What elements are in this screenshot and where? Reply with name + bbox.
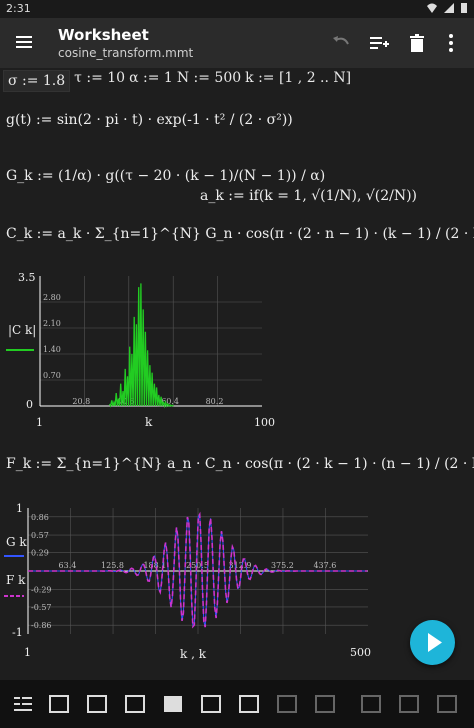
expr-g[interactable]: g(t) := sin(2 · pi · t) · exp(-1 · t² / …	[6, 112, 293, 128]
def-n[interactable]: N := 500	[177, 70, 241, 92]
function-icon[interactable]	[276, 693, 298, 715]
text-icon[interactable]	[200, 693, 222, 715]
y-tick-label: -0.86	[31, 621, 52, 630]
undo-icon[interactable]	[330, 32, 352, 54]
matrix-icon[interactable]	[314, 693, 336, 715]
bottom-toolbar	[0, 680, 474, 728]
expr-a[interactable]: a_k := if(k = 1, √(1/N), √(2/N))	[200, 188, 417, 204]
y-tick-label: 0.86	[31, 513, 49, 522]
x-min-label: 1	[24, 646, 31, 659]
x-axis-label: k , k	[180, 647, 207, 660]
x-tick-label: 375.2	[271, 561, 294, 570]
x-tick-label: 20.8	[72, 397, 90, 406]
y-max-label: 3.5	[18, 271, 36, 284]
y-tick-label: 0.29	[31, 549, 49, 558]
chart-icon[interactable]	[238, 693, 260, 715]
worksheet-content[interactable]: σ := 1.8 τ := 10 α := 1 N := 500 k := [1…	[0, 68, 474, 680]
def-sigma[interactable]: σ := 1.8	[3, 70, 71, 92]
y-tick-label: -0.29	[31, 585, 52, 594]
y-tick-label: -0.57	[31, 603, 52, 612]
def-k[interactable]: k := [1 , 2 .. N]	[245, 70, 351, 92]
y-axis-label: |C k|	[8, 323, 36, 337]
bracket2-icon[interactable]	[398, 693, 420, 715]
menu-icon[interactable]	[14, 32, 34, 52]
x-axis-label: k	[145, 415, 153, 429]
delete-icon[interactable]	[406, 32, 428, 54]
wifi-icon	[427, 3, 437, 13]
add-list-icon[interactable]	[368, 32, 390, 54]
def-tau[interactable]: τ := 10	[74, 70, 125, 92]
more-options-icon[interactable]	[440, 32, 462, 54]
x-max-label: 100	[254, 416, 275, 429]
x-tick-label: 250.5	[186, 561, 209, 570]
copy-icon[interactable]	[86, 693, 108, 715]
status-bar: 2:31	[0, 0, 474, 18]
x-tick-label: 437.6	[313, 561, 336, 570]
battery-icon	[461, 3, 467, 13]
status-time: 2:31	[6, 2, 31, 15]
y-tick-label: 2.10	[43, 319, 61, 328]
app-bar: Worksheet cosine_transform.mmt	[0, 18, 474, 68]
cut-icon[interactable]	[48, 693, 70, 715]
x-tick-label: 312.9	[229, 561, 252, 570]
status-icons	[426, 2, 468, 14]
image-icon[interactable]	[124, 693, 146, 715]
x-tick-label: 125.8	[101, 561, 124, 570]
y-tick-label: 1.40	[43, 345, 61, 354]
checklist-icon[interactable]	[12, 693, 34, 715]
edit-icon[interactable]	[162, 693, 184, 715]
legend-label-f: F k	[6, 573, 26, 587]
play-icon	[428, 633, 442, 652]
legend-label-g: G k	[6, 535, 27, 549]
plot-gk-fk[interactable]: 63.4 125.8 188.1 250.5 312.9 375.2 437.60.860.…	[0, 494, 474, 660]
expr-G[interactable]: G_k := (1/α) · g((τ − 20 · (k − 1)/(N − …	[6, 168, 325, 184]
y-tick-label: 2.80	[43, 293, 61, 302]
y-tick-label: 0.57	[31, 531, 49, 540]
y-min-label: -1	[12, 626, 23, 639]
y-tick-label: 0.70	[43, 371, 61, 380]
plot-ck[interactable]: 20.8 40.6 60.4 80.22.802.101.400.703.501 100…	[0, 264, 474, 442]
x-max-label: 500	[350, 646, 371, 659]
expr-C[interactable]: C_k := a_k · Σ_{n=1}^{N} G_n · cos(π · (…	[6, 226, 474, 242]
x-min-label: 1	[36, 416, 43, 429]
run-button[interactable]	[410, 620, 455, 665]
def-alpha[interactable]: α := 1	[129, 70, 173, 92]
file-name: cosine_transform.mmt	[58, 46, 194, 60]
app-title: Worksheet	[58, 26, 149, 44]
x-tick-label: 80.2	[206, 397, 224, 406]
definitions-row: σ := 1.8 τ := 10 α := 1 N := 500 k := [1…	[3, 70, 351, 92]
signal-icon	[444, 3, 454, 13]
x-tick-label: 63.4	[59, 561, 77, 570]
bracket-icon[interactable]	[360, 693, 382, 715]
y-min-label: 0	[26, 398, 33, 411]
expr-F[interactable]: F_k := Σ_{n=1}^{N} a_n · C_n · cos(π · (…	[6, 456, 474, 472]
bracket3-icon[interactable]	[436, 693, 458, 715]
y-max-label: 1	[16, 502, 23, 515]
